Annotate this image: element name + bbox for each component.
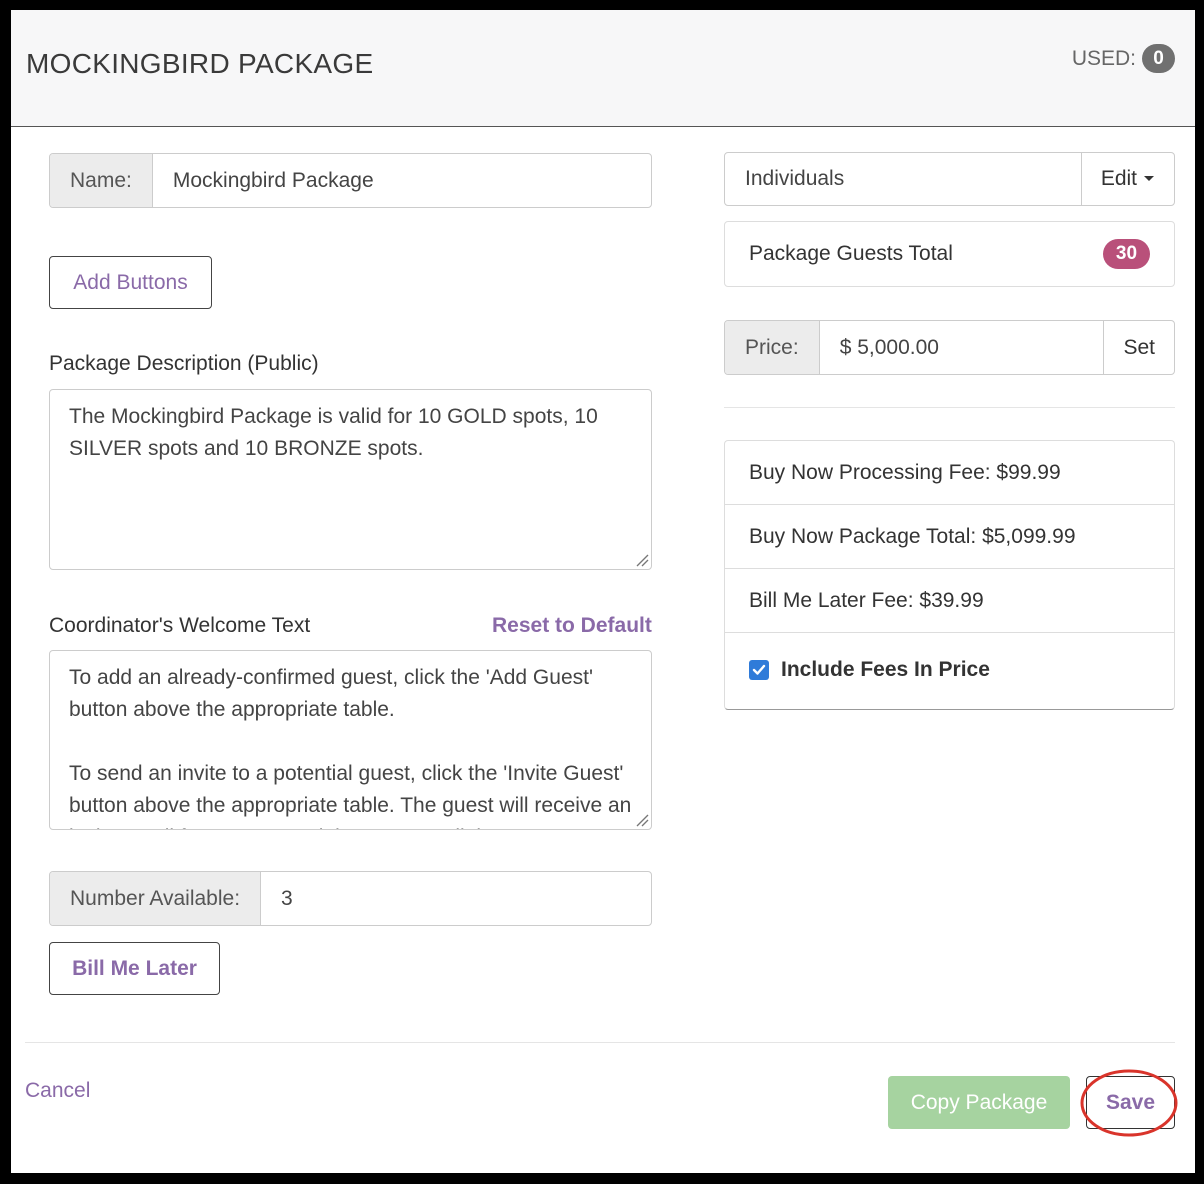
name-input-group: Name: Mockingbird Package: [49, 153, 652, 208]
guests-total-panel: Package Guests Total 30: [724, 221, 1175, 287]
include-fees-checkbox[interactable]: [749, 660, 769, 680]
used-label: USED:: [1071, 46, 1136, 70]
price-input[interactable]: $ 5,000.00: [820, 321, 1105, 374]
name-input[interactable]: Mockingbird Package: [153, 154, 651, 207]
guests-total-badge: 30: [1103, 239, 1150, 269]
caret-down-icon: [1144, 176, 1154, 181]
description-text: The Mockingbird Package is valid for 10 …: [69, 405, 598, 460]
edit-label: Edit: [1100, 167, 1137, 190]
resize-grip-icon[interactable]: [635, 553, 649, 567]
footer-divider: [25, 1042, 1175, 1043]
number-available-group: Number Available: 3: [49, 871, 652, 926]
description-textarea[interactable]: The Mockingbird Package is valid for 10 …: [49, 389, 652, 570]
welcome-paragraph: To send an invite to a potential guest, …: [69, 762, 632, 829]
bill-me-later-button[interactable]: Bill Me Later: [49, 942, 220, 995]
fee-row-processing: Buy Now Processing Fee: $99.99: [725, 441, 1174, 505]
include-fees-label: Include Fees In Price: [781, 658, 990, 681]
package-type-select[interactable]: Individuals: [725, 153, 1082, 205]
edit-dropdown-button[interactable]: Edit: [1082, 153, 1174, 205]
copy-package-button[interactable]: Copy Package: [888, 1076, 1070, 1129]
name-label: Name:: [50, 154, 153, 207]
package-modal: MOCKINGBIRD PACKAGE USED: 0 Name: Mockin…: [11, 10, 1195, 1173]
number-available-input[interactable]: 3: [261, 872, 651, 925]
modal-title: MOCKINGBIRD PACKAGE: [26, 48, 374, 79]
price-input-group: Price: $ 5,000.00 Set: [724, 320, 1175, 375]
price-label: Price:: [725, 321, 820, 374]
number-available-label: Number Available:: [50, 872, 262, 925]
welcome-paragraph: To add an already-confirmed guest, click…: [69, 666, 593, 721]
modal-header: MOCKINGBIRD PACKAGE USED: 0: [11, 10, 1195, 127]
description-label: Package Description (Public): [49, 352, 319, 375]
include-fees-row[interactable]: Include Fees In Price: [725, 633, 1174, 707]
cancel-link[interactable]: Cancel: [25, 1079, 90, 1103]
reset-to-default-link[interactable]: Reset to Default: [492, 614, 652, 638]
fees-panel: Buy Now Processing Fee: $99.99 Buy Now P…: [724, 440, 1175, 710]
used-indicator: USED: 0: [1072, 44, 1175, 73]
welcome-text-label: Coordinator's Welcome Text: [49, 614, 311, 637]
welcome-textarea[interactable]: To add an already-confirmed guest, click…: [49, 650, 652, 830]
resize-grip-icon[interactable]: [635, 813, 649, 827]
package-type-group: Individuals Edit: [724, 152, 1175, 206]
used-count-badge: 0: [1142, 44, 1175, 73]
divider: [724, 407, 1175, 408]
fee-row-bill-later: Bill Me Later Fee: $39.99: [725, 569, 1174, 633]
guests-total-label: Package Guests Total: [749, 242, 953, 265]
add-buttons-button[interactable]: Add Buttons: [49, 256, 212, 309]
set-price-button[interactable]: Set: [1104, 321, 1174, 374]
highlight-circle: [1080, 1069, 1178, 1137]
fee-row-package-total: Buy Now Package Total: $5,099.99: [725, 505, 1174, 569]
checkmark-icon: [752, 664, 766, 675]
